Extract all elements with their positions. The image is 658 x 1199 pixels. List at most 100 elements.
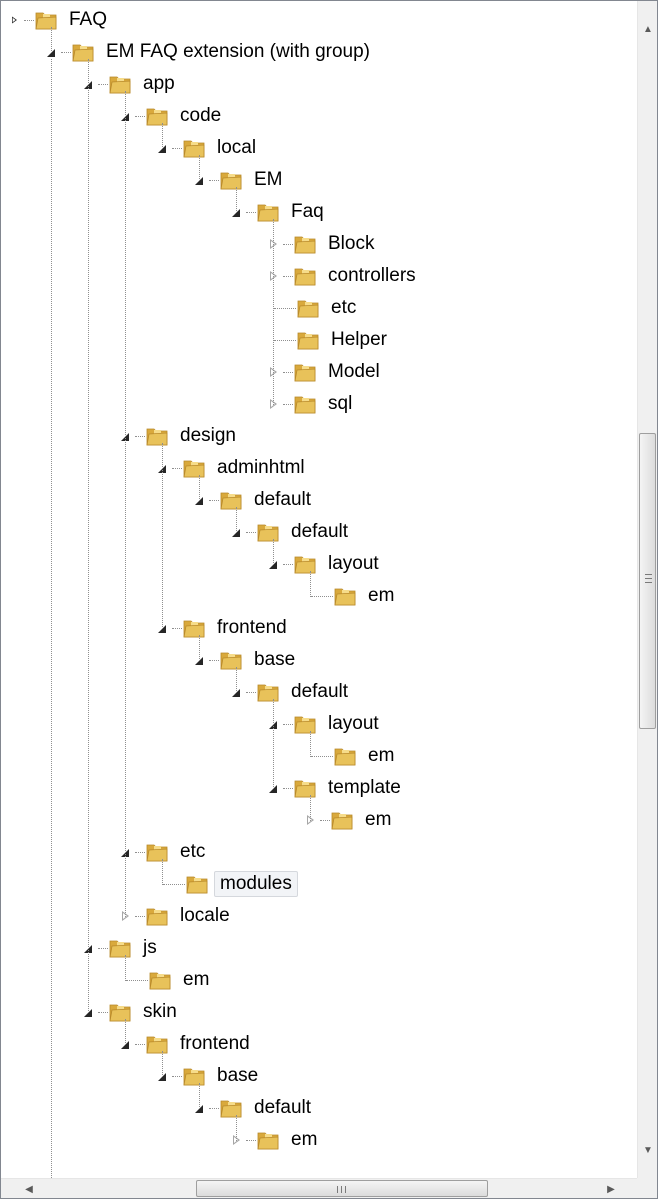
tree-node-label[interactable]: EM — [248, 167, 289, 193]
vertical-scroll-thumb[interactable] — [639, 433, 656, 729]
tree-node[interactable]: default — [192, 485, 317, 515]
tree-node-label[interactable]: design — [174, 423, 242, 449]
tree-node-label[interactable]: base — [248, 647, 301, 673]
tree-node[interactable]: layout — [266, 709, 385, 739]
tree-node[interactable]: Helper — [266, 325, 393, 355]
tree-node[interactable]: EM — [192, 165, 289, 195]
grip-line — [645, 574, 652, 575]
tree-node[interactable]: modules — [155, 869, 298, 899]
tree-connector-line — [24, 19, 34, 21]
tree-node-label[interactable]: Helper — [325, 327, 393, 353]
tree-node-label[interactable]: js — [137, 935, 163, 961]
tree-node-label[interactable]: Model — [322, 359, 386, 385]
tree-node-label[interactable]: default — [248, 1095, 317, 1121]
folder-icon — [146, 908, 168, 926]
tree-node[interactable]: FAQ — [7, 5, 113, 35]
tree-node-label[interactable]: Block — [322, 231, 380, 257]
horizontal-scroll-thumb[interactable] — [196, 1180, 488, 1197]
tree-node-label[interactable]: controllers — [322, 263, 422, 289]
scroll-up-button[interactable]: ▲ — [638, 19, 658, 39]
folder-tree-view[interactable]: FAQ EM FAQ extension (with group) app code l… — [0, 0, 658, 1199]
tree-node[interactable]: default — [229, 517, 354, 547]
tree-node[interactable]: Model — [266, 357, 386, 387]
scroll-down-button[interactable]: ▼ — [638, 1140, 658, 1160]
tree-node[interactable]: etc — [118, 837, 211, 867]
tree-node[interactable]: em — [118, 965, 215, 995]
tree-node-label[interactable]: Faq — [285, 199, 330, 225]
tree-node-label[interactable]: layout — [322, 551, 385, 577]
tree-node-label[interactable]: FAQ — [63, 7, 113, 33]
scroll-left-button[interactable]: ◀ — [19, 1179, 39, 1199]
tree-node[interactable]: js — [81, 933, 163, 963]
tree-node-label[interactable]: em — [285, 1127, 323, 1153]
tree-node-label[interactable]: skin — [137, 999, 183, 1025]
tree-node[interactable]: etc — [266, 293, 362, 323]
tree-node[interactable]: sql — [266, 389, 358, 419]
tree-node-label[interactable]: etc — [174, 839, 211, 865]
tree-node[interactable]: code — [118, 101, 227, 131]
tree-node[interactable]: Block — [266, 229, 380, 259]
tree-connector-line — [209, 499, 219, 501]
tree-connector-line — [311, 595, 333, 597]
tree-node[interactable]: em — [303, 581, 400, 611]
tree-node-label[interactable]: layout — [322, 711, 385, 737]
tree-node[interactable]: design — [118, 421, 242, 451]
folder-icon — [183, 1068, 205, 1086]
tree-guide-line — [162, 443, 163, 629]
tree-node-label[interactable]: default — [248, 487, 317, 513]
tree-node-label[interactable]: local — [211, 135, 262, 161]
tree-guide-line — [236, 507, 237, 533]
tree-node-label[interactable]: app — [137, 71, 181, 97]
tree-node[interactable]: em — [229, 1125, 323, 1155]
tree-node-label[interactable]: em — [177, 967, 215, 993]
tree-node[interactable]: controllers — [266, 261, 422, 291]
tree-node[interactable]: default — [229, 677, 354, 707]
vertical-scrollbar[interactable]: ▲ ▼ — [637, 1, 657, 1180]
tree-node-label[interactable]: template — [322, 775, 407, 801]
tree-node-label[interactable]: code — [174, 103, 227, 129]
tree-node[interactable]: default — [192, 1093, 317, 1123]
tree-node[interactable]: frontend — [155, 613, 293, 643]
tree-node-label[interactable]: frontend — [174, 1031, 256, 1057]
tree-connector-line — [61, 51, 71, 53]
tree-node-label[interactable]: adminhtml — [211, 455, 311, 481]
folder-icon — [294, 780, 316, 798]
tree-node[interactable]: layout — [266, 549, 385, 579]
tree-node[interactable]: base — [155, 1061, 264, 1091]
tree-node-label[interactable]: base — [211, 1063, 264, 1089]
tree-guide-line — [162, 859, 163, 885]
scroll-right-button[interactable]: ▶ — [601, 1179, 621, 1199]
tree-guide-line — [310, 571, 311, 597]
tree-node[interactable]: locale — [118, 901, 236, 931]
folder-icon — [146, 844, 168, 862]
tree-node-label[interactable]: default — [285, 679, 354, 705]
folder-icon — [186, 876, 208, 894]
tree-node[interactable]: app — [81, 69, 181, 99]
tree-node[interactable]: EM FAQ extension (with group) — [44, 37, 376, 67]
horizontal-scrollbar[interactable]: ◀ ▶ — [1, 1178, 639, 1198]
tree-node[interactable]: template — [266, 773, 407, 803]
tree-node[interactable]: em — [303, 741, 400, 771]
tree-guide-line — [125, 1019, 126, 1045]
tree-node-label[interactable]: modules — [214, 871, 298, 897]
tree-node-label[interactable]: em — [362, 743, 400, 769]
tree-node-label[interactable]: em — [362, 583, 400, 609]
tree-node[interactable]: frontend — [118, 1029, 256, 1059]
tree-node-label[interactable]: default — [285, 519, 354, 545]
tree-node-label[interactable]: locale — [174, 903, 236, 929]
tree-node[interactable]: adminhtml — [155, 453, 311, 483]
tree-guide-line — [199, 1083, 200, 1109]
tree-node[interactable]: local — [155, 133, 262, 163]
tree-node-label[interactable]: EM FAQ extension (with group) — [100, 39, 376, 65]
tree-node-label[interactable]: em — [359, 807, 397, 833]
tree-node[interactable]: em — [303, 805, 397, 835]
tree-guide-line — [310, 731, 311, 757]
tree-node[interactable]: Faq — [229, 197, 330, 227]
tree-node-label[interactable]: frontend — [211, 615, 293, 641]
expanded-triangle-icon[interactable] — [7, 10, 21, 30]
tree-node-label[interactable]: sql — [322, 391, 358, 417]
tree-node[interactable]: skin — [81, 997, 183, 1027]
tree-node-label[interactable]: etc — [325, 295, 362, 321]
folder-icon — [72, 44, 94, 62]
tree-node[interactable]: base — [192, 645, 301, 675]
